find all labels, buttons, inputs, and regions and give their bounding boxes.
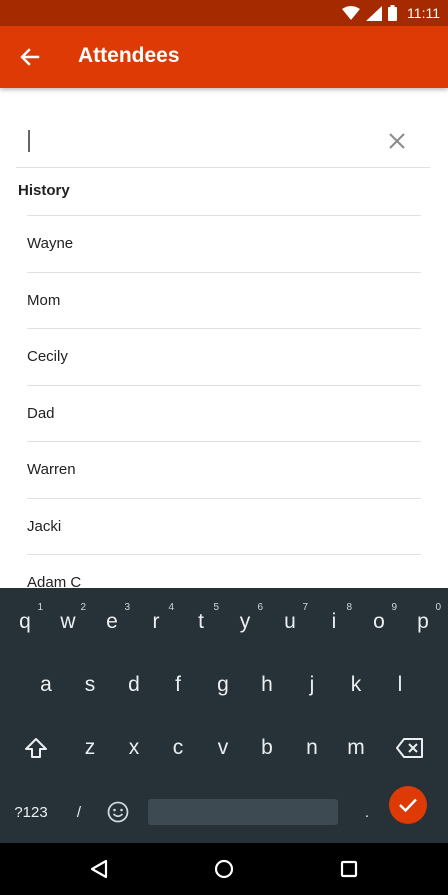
history-list: Wayne Mom Cecily Dad Warren Jacki Adam C xyxy=(27,215,421,611)
key-hint: 0 xyxy=(435,602,441,613)
key-a[interactable]: a xyxy=(24,663,68,707)
key-hint: 6 xyxy=(257,602,263,613)
checkmark-icon xyxy=(399,798,417,813)
emoji-icon xyxy=(107,801,129,823)
key-h[interactable]: h xyxy=(245,663,289,707)
key-hint: 7 xyxy=(302,602,308,613)
key-label: i xyxy=(331,610,337,633)
shift-key[interactable] xyxy=(14,726,58,770)
key-m[interactable]: m xyxy=(334,726,378,770)
key-p[interactable]: 0p xyxy=(401,600,445,644)
key-b[interactable]: b xyxy=(245,726,289,770)
key-d[interactable]: d xyxy=(112,663,156,707)
key-o[interactable]: 9o xyxy=(357,600,401,644)
wifi-icon xyxy=(342,6,361,20)
shift-icon xyxy=(25,738,47,758)
key-i[interactable]: 8i xyxy=(312,600,356,644)
list-item-label: Warren xyxy=(27,461,76,479)
key-label: t xyxy=(198,610,204,633)
status-bar: 11:11 xyxy=(0,0,448,26)
nav-back-button[interactable] xyxy=(86,856,112,882)
back-button[interactable] xyxy=(14,41,46,73)
key-hint: 4 xyxy=(168,602,174,613)
key-v[interactable]: v xyxy=(201,726,245,770)
text-cursor xyxy=(28,130,30,152)
key-label: e xyxy=(106,610,118,633)
search-input[interactable] xyxy=(32,126,372,156)
key-c[interactable]: c xyxy=(156,726,200,770)
key-hint: 8 xyxy=(346,602,352,613)
list-item-label: Jacki xyxy=(27,517,62,535)
list-item[interactable]: Dad xyxy=(27,384,421,442)
close-icon[interactable] xyxy=(386,130,408,152)
key-slash[interactable]: / xyxy=(57,790,101,834)
key-x[interactable]: x xyxy=(112,726,156,770)
page-title: Attendees xyxy=(78,44,180,67)
key-label: y xyxy=(239,610,251,633)
done-button[interactable] xyxy=(389,786,427,824)
symbols-key[interactable]: ?123 xyxy=(9,790,53,834)
key-label: p xyxy=(417,610,429,633)
key-q[interactable]: 1q xyxy=(3,600,47,644)
key-s[interactable]: s xyxy=(68,663,112,707)
list-item[interactable]: Jacki xyxy=(27,497,421,555)
key-j[interactable]: j xyxy=(290,663,334,707)
key-g[interactable]: g xyxy=(201,663,245,707)
key-period[interactable]: . xyxy=(345,790,389,834)
circle-home-icon xyxy=(214,859,234,879)
key-u[interactable]: 7u xyxy=(268,600,312,644)
list-item[interactable]: Cecily xyxy=(27,328,421,385)
list-item[interactable]: Mom xyxy=(27,271,421,329)
key-label: o xyxy=(373,610,385,633)
key-label: r xyxy=(152,610,160,633)
square-recents-icon xyxy=(340,860,358,878)
app-bar: Attendees xyxy=(0,26,448,88)
key-label: w xyxy=(60,610,76,633)
key-y[interactable]: 6y xyxy=(223,600,267,644)
key-e[interactable]: 3e xyxy=(90,600,134,644)
key-hint: 1 xyxy=(37,602,43,613)
emoji-key[interactable] xyxy=(96,790,140,834)
arrow-back-icon xyxy=(20,48,40,66)
list-item-label: Wayne xyxy=(27,235,74,253)
key-w[interactable]: 2w xyxy=(46,600,90,644)
status-icons: 11:11 xyxy=(342,0,440,26)
key-label: q xyxy=(19,610,31,633)
key-hint: 5 xyxy=(213,602,219,613)
backspace-icon xyxy=(396,738,423,758)
key-l[interactable]: l xyxy=(378,663,422,707)
key-label: u xyxy=(284,610,296,633)
nav-recents-button[interactable] xyxy=(336,856,362,882)
list-item[interactable]: Warren xyxy=(27,441,421,498)
list-item-label: Dad xyxy=(27,404,55,422)
key-n[interactable]: n xyxy=(290,726,334,770)
list-item-label: Mom xyxy=(27,291,61,309)
history-heading: History xyxy=(18,182,70,199)
system-nav-bar xyxy=(0,843,448,895)
key-f[interactable]: f xyxy=(156,663,200,707)
key-hint: 2 xyxy=(80,602,86,613)
search-field[interactable] xyxy=(16,118,430,168)
list-item-label: Cecily xyxy=(27,348,68,366)
nav-home-button[interactable] xyxy=(211,856,237,882)
backspace-key[interactable] xyxy=(388,726,432,770)
battery-icon xyxy=(388,5,398,21)
on-screen-keyboard: 1q 2w 3e 4r 5t 6y 7u 8i 9o 0p a s d f g … xyxy=(0,588,448,843)
spacebar[interactable] xyxy=(148,799,338,825)
key-z[interactable]: z xyxy=(68,726,112,770)
key-hint: 3 xyxy=(124,602,130,613)
key-r[interactable]: 4r xyxy=(134,600,178,644)
key-k[interactable]: k xyxy=(334,663,378,707)
key-hint: 9 xyxy=(391,602,397,613)
triangle-back-icon xyxy=(90,859,108,879)
clock: 11:11 xyxy=(407,5,440,21)
list-item[interactable]: Wayne xyxy=(27,215,421,272)
signal-icon xyxy=(366,5,383,21)
key-t[interactable]: 5t xyxy=(179,600,223,644)
